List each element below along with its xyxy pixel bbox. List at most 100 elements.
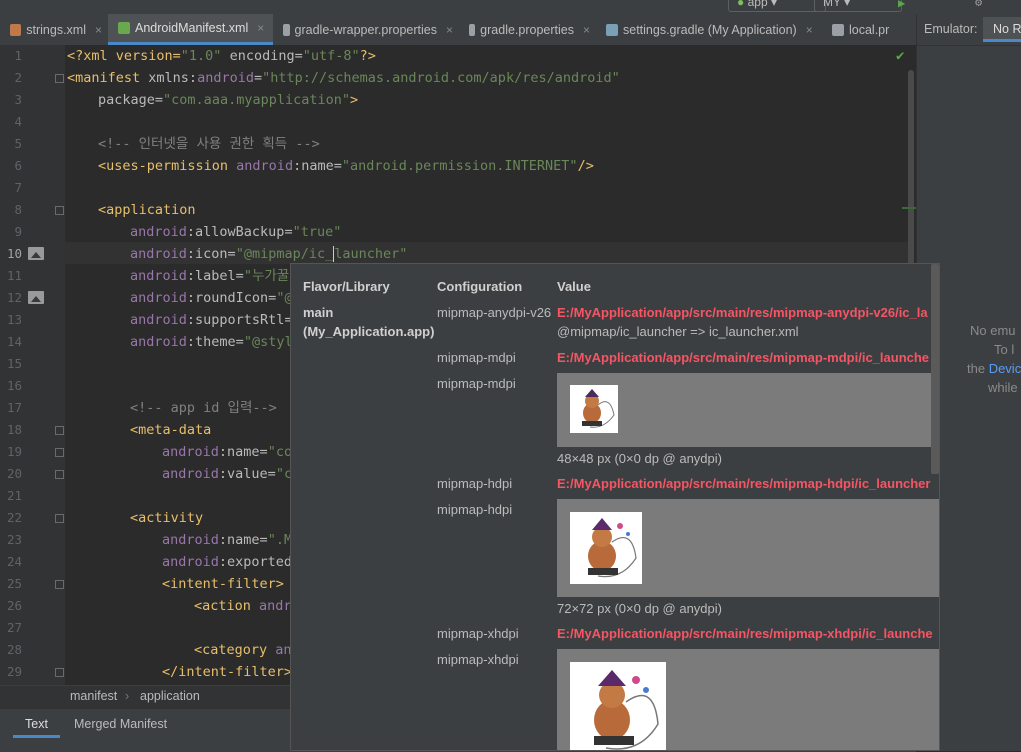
tab-label: settings.gradle (My Application)	[623, 22, 797, 37]
code-line: <?xml version="1.0" encoding="utf-8"?>	[67, 48, 376, 64]
run-config-select[interactable]: ● app ▾	[728, 0, 826, 12]
breadcrumb-item-application[interactable]: application	[140, 686, 200, 706]
line-number: 3	[14, 92, 22, 107]
fold-icon[interactable]	[55, 74, 64, 83]
line-number: 17	[6, 400, 22, 415]
fold-icon[interactable]	[55, 206, 64, 215]
code-line: <manifest xmlns:android="http://schemas.…	[67, 70, 620, 86]
fold-icon[interactable]	[55, 514, 64, 523]
tab-android-manifest[interactable]: AndroidManifest.xml ×	[108, 14, 273, 45]
main-toolbar: ● app ▾ MY ▾ ▶ ⚙	[0, 0, 1021, 14]
emulator-header: Emulator: No R	[917, 14, 1021, 46]
tab-merged-manifest[interactable]: Merged Manifest	[62, 713, 179, 735]
close-icon[interactable]: ×	[446, 23, 453, 37]
tab-local-properties[interactable]: local.pr	[822, 14, 916, 45]
line-number: 10	[6, 246, 22, 261]
emulator-message: while	[988, 380, 1018, 395]
launcher-preview-image	[570, 385, 618, 433]
resource-preview-popup: Flavor/Library Configuration Value main …	[290, 263, 940, 751]
code-line: <intent-filter>	[162, 576, 284, 592]
tab-gradle-wrapper[interactable]: gradle-wrapper.properties ×	[273, 14, 459, 45]
line-number: 20	[6, 466, 22, 481]
editor-tab-bar: strings.xml × AndroidManifest.xml × grad…	[0, 14, 916, 46]
line-number: 24	[6, 554, 22, 569]
emulator-title: Emulator:	[924, 22, 978, 36]
line-number: 7	[14, 180, 22, 195]
fold-icon[interactable]	[55, 668, 64, 677]
code-line: android:supportsRtl=	[130, 312, 293, 328]
device-manager-link[interactable]: Devic	[989, 361, 1021, 376]
line-number: 25	[6, 576, 22, 591]
code-line: android:name="co	[162, 444, 293, 460]
resource-path[interactable]: E:/MyApplication/app/src/main/res/mipmap…	[557, 305, 928, 320]
launcher-preview-image	[570, 662, 666, 750]
code-line: <!-- 인터넷을 사용 권한 획득 -->	[98, 136, 320, 152]
emulator-message: the Devic	[967, 361, 1021, 376]
android-icon: ●	[737, 0, 745, 9]
resource-path[interactable]: E:/MyApplication/app/src/main/res/mipmap…	[557, 476, 930, 491]
line-number: 6	[14, 158, 22, 173]
header-configuration: Configuration	[437, 279, 523, 294]
tab-label: gradle.properties	[480, 22, 574, 37]
properties-file-icon	[832, 23, 844, 36]
resource-path[interactable]: E:/MyApplication/app/src/main/res/mipmap…	[557, 350, 929, 365]
code-line: <action andr	[194, 598, 292, 614]
fold-icon[interactable]	[55, 580, 64, 589]
image-icon[interactable]	[28, 247, 44, 260]
header-flavor: Flavor/Library	[303, 279, 390, 294]
breadcrumb-item-manifest[interactable]: manifest	[70, 686, 117, 706]
code-line: android:allowBackup="true"	[130, 224, 342, 240]
popup-scrollbar[interactable]	[931, 264, 939, 474]
library-sub: (My_Application.app)	[303, 324, 435, 339]
image-icon[interactable]	[28, 291, 44, 304]
tab-label: AndroidManifest.xml	[135, 21, 249, 35]
line-number: 23	[6, 532, 22, 547]
gradle-file-icon	[606, 23, 618, 36]
preview-caption: 72×72 px (0×0 dp @ anydpi)	[557, 601, 722, 616]
preview-caption: 48×48 px (0×0 dp @ anydpi)	[557, 451, 722, 466]
code-line: <meta-data	[130, 422, 212, 438]
emulator-tab[interactable]: No R	[983, 17, 1021, 42]
chevron-down-icon: ▾	[844, 0, 851, 9]
header-value: Value	[557, 279, 591, 294]
code-line: package="com.aaa.myapplication">	[98, 92, 359, 108]
close-icon[interactable]: ×	[806, 23, 813, 37]
tab-gradle-properties[interactable]: gradle.properties ×	[459, 14, 596, 45]
line-number: 21	[6, 488, 22, 503]
line-number: 19	[6, 444, 22, 459]
code-line: android:theme="@styl	[130, 334, 293, 350]
fold-icon[interactable]	[55, 426, 64, 435]
fold-icon[interactable]	[55, 470, 64, 479]
breadcrumb-separator: ›	[125, 689, 130, 703]
device-label: MY	[823, 0, 841, 9]
code-line: <uses-permission android:name="android.p…	[98, 158, 594, 174]
tab-label: strings.xml	[26, 22, 86, 37]
line-gutter: 1 2 3 4 5 6 7 8 9 10 11 12 13 14 15 16 1…	[0, 45, 65, 685]
tab-strings-xml[interactable]: strings.xml ×	[0, 14, 108, 45]
config-label: mipmap-xhdpi	[437, 652, 519, 667]
gear-icon[interactable]: ⚙	[975, 0, 982, 9]
code-line: <activity	[130, 510, 204, 526]
config-label: mipmap-mdpi	[437, 376, 516, 391]
manifest-file-icon	[118, 22, 130, 34]
run-icon[interactable]: ▶	[898, 0, 905, 10]
close-icon[interactable]: ×	[95, 23, 102, 37]
change-marker	[902, 207, 916, 209]
library-name: main	[303, 305, 334, 320]
fold-icon[interactable]	[55, 448, 64, 457]
close-icon[interactable]: ×	[257, 21, 264, 35]
close-icon[interactable]: ×	[583, 23, 590, 37]
checkmark-icon: ✔	[896, 48, 905, 64]
line-number: 28	[6, 642, 22, 657]
line-number: 13	[6, 312, 22, 327]
run-config-label: app	[747, 0, 768, 9]
code-line: </intent-filter>	[162, 664, 293, 680]
config-label: mipmap-anydpi-v26	[437, 305, 552, 320]
tab-settings-gradle[interactable]: settings.gradle (My Application) ×	[596, 14, 822, 45]
icon-preview-box	[557, 499, 939, 597]
line-number: 9	[14, 224, 22, 239]
tab-text[interactable]: Text	[13, 713, 60, 738]
device-select[interactable]: MY ▾	[814, 0, 902, 12]
resource-path[interactable]: E:/MyApplication/app/src/main/res/mipmap…	[557, 626, 933, 641]
code-line: android:value="c	[162, 466, 293, 482]
